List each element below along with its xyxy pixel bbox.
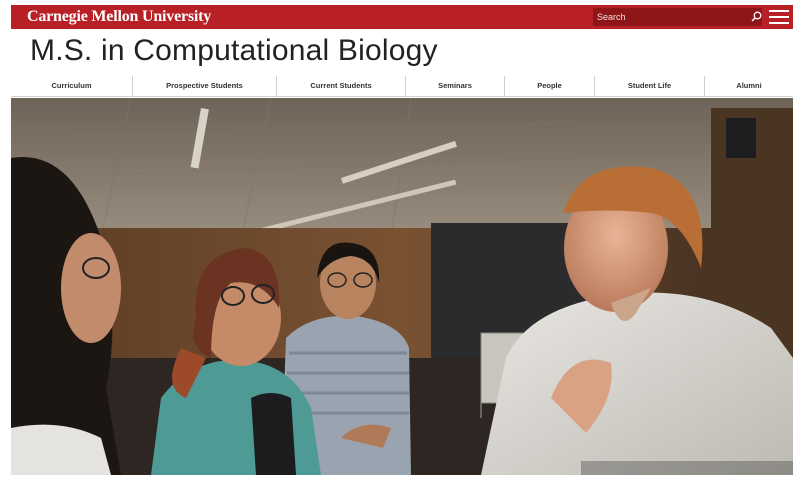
top-bar: Carnegie Mellon University bbox=[11, 5, 793, 29]
nav-item-people[interactable]: People bbox=[505, 76, 595, 96]
nav-item-alumni[interactable]: Alumni bbox=[705, 76, 793, 96]
search-input[interactable] bbox=[593, 8, 733, 26]
search-box bbox=[593, 8, 762, 26]
nav-item-curriculum[interactable]: Curriculum bbox=[11, 76, 133, 96]
page-title: M.S. in Computational Biology bbox=[30, 34, 438, 67]
nav-item-prospective-students[interactable]: Prospective Students bbox=[133, 76, 277, 96]
nav-item-current-students[interactable]: Current Students bbox=[277, 76, 406, 96]
nav-item-seminars[interactable]: Seminars bbox=[406, 76, 505, 96]
hero-photo bbox=[11, 98, 793, 475]
university-logo[interactable]: Carnegie Mellon University bbox=[27, 8, 211, 26]
nav-item-student-life[interactable]: Student Life bbox=[595, 76, 705, 96]
menu-icon[interactable] bbox=[769, 10, 789, 24]
hero-image bbox=[11, 98, 793, 475]
search-icon[interactable] bbox=[751, 11, 762, 22]
main-nav: Curriculum Prospective Students Current … bbox=[11, 76, 793, 97]
